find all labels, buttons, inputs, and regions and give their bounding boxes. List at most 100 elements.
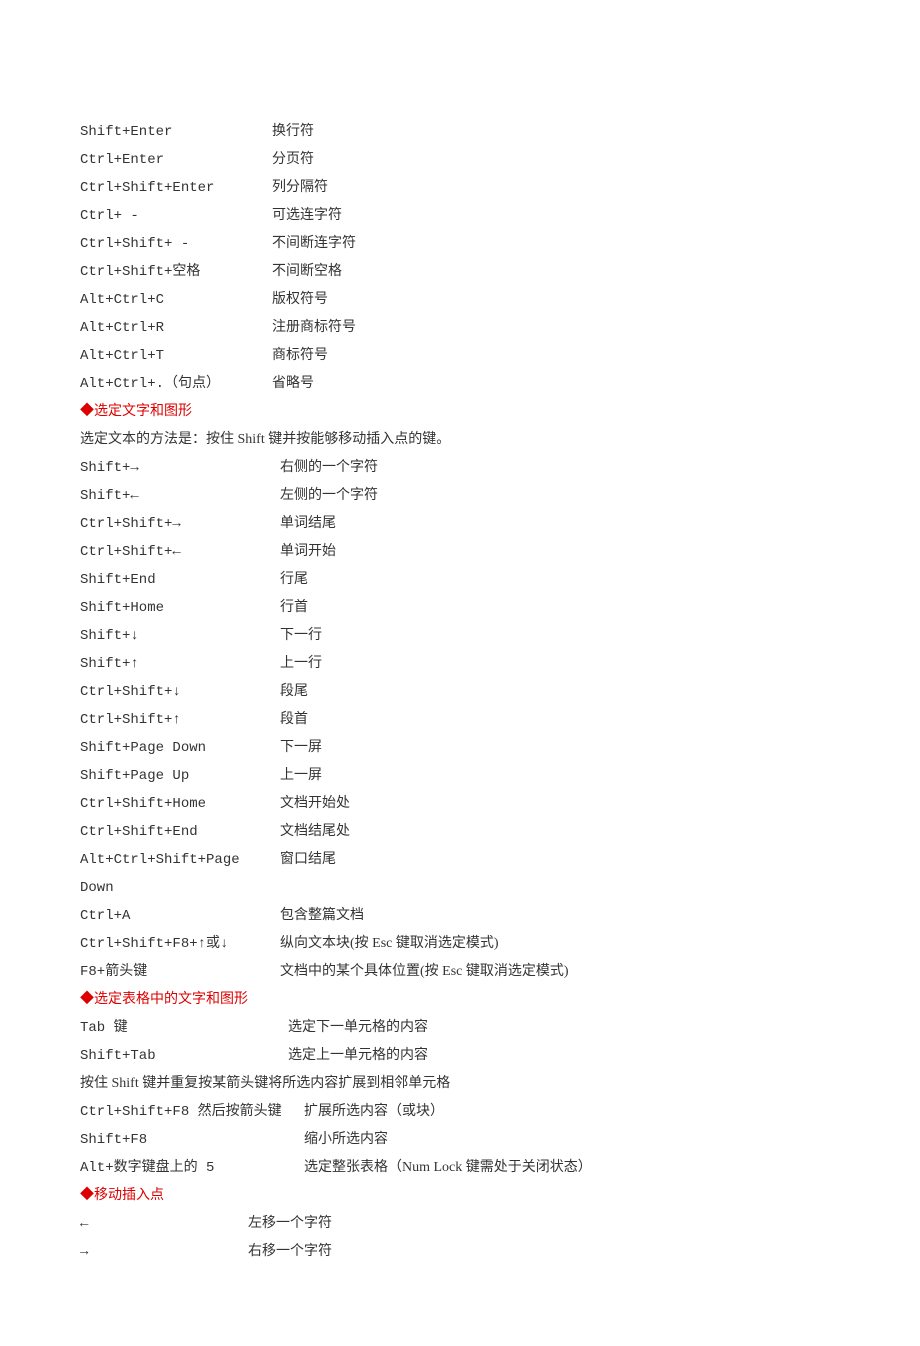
shortcut-row: Alt+Ctrl+R 注册商标符号	[80, 314, 840, 342]
shortcut-key: Ctrl+Shift+↓	[80, 678, 280, 706]
shortcut-desc: 文档结尾处	[280, 818, 840, 846]
shortcut-row: Ctrl+Shift+End文档结尾处	[80, 818, 840, 846]
shortcut-row: Shift+Home行首	[80, 594, 840, 622]
shortcut-desc: 段尾	[280, 678, 840, 706]
shortcut-key: Alt+Ctrl+Shift+Page Down	[80, 846, 280, 902]
shortcut-key: Shift+F8	[80, 1126, 304, 1154]
shortcut-desc: 选定下一单元格的内容	[288, 1014, 840, 1042]
shortcut-desc: 单词结尾	[280, 510, 840, 538]
shortcut-key: Alt+Ctrl+.（句点）	[80, 370, 272, 398]
shortcut-row: F8+箭头键文档中的某个具体位置(按 Esc 键取消选定模式)	[80, 958, 840, 986]
shortcut-key: Shift+Home	[80, 594, 280, 622]
shortcut-desc: 列分隔符	[272, 174, 840, 202]
shortcut-key: Alt+Ctrl+R	[80, 314, 272, 342]
shortcut-desc: 右侧的一个字符	[280, 454, 840, 482]
shortcut-key: Ctrl+Shift+↑	[80, 706, 280, 734]
shortcut-desc: 分页符	[272, 146, 840, 174]
shortcut-key: Shift+Page Down	[80, 734, 280, 762]
shortcut-row: Tab 键选定下一单元格的内容	[80, 1014, 840, 1042]
shortcut-desc: 选定整张表格（Num Lock 键需处于关闭状态）	[304, 1154, 840, 1182]
shortcut-key: Ctrl+ -	[80, 202, 272, 230]
shortcut-row: Ctrl+Shift+←单词开始	[80, 538, 840, 566]
shortcut-row: Ctrl+Shift+F8 然后按箭头键扩展所选内容（或块）	[80, 1098, 840, 1126]
shortcut-desc: 上一屏	[280, 762, 840, 790]
shortcut-row: Shift+End行尾	[80, 566, 840, 594]
shortcut-key: Shift+↓	[80, 622, 280, 650]
shortcut-desc: 文档开始处	[280, 790, 840, 818]
shortcut-row: Shift+Enter 换行符	[80, 118, 840, 146]
shortcut-key: Ctrl+Shift+Home	[80, 790, 280, 818]
shortcut-key: Shift+End	[80, 566, 280, 594]
shortcut-row: Alt+Ctrl+T 商标符号	[80, 342, 840, 370]
shortcut-key: Ctrl+Shift+Enter	[80, 174, 272, 202]
shortcut-row: Ctrl+Shift+↓段尾	[80, 678, 840, 706]
shortcut-row: Shift+→右侧的一个字符	[80, 454, 840, 482]
shortcut-row: Shift+Page Down下一屏	[80, 734, 840, 762]
shortcut-key: Shift+Page Up	[80, 762, 280, 790]
shortcut-row: Ctrl+Shift+Enter 列分隔符	[80, 174, 840, 202]
shortcut-key: Ctrl+A	[80, 902, 280, 930]
selection-note: 选定文本的方法是：按住 Shift 键并按能够移动插入点的键。	[80, 426, 840, 454]
shortcut-key: Ctrl+Enter	[80, 146, 272, 174]
shortcut-row: ←左移一个字符	[80, 1210, 840, 1238]
shortcut-row: Alt+数字键盘上的 5选定整张表格（Num Lock 键需处于关闭状态）	[80, 1154, 840, 1182]
table-note: 按住 Shift 键并重复按某箭头键将所选内容扩展到相邻单元格	[80, 1070, 840, 1098]
shortcut-key: Alt+Ctrl+C	[80, 286, 272, 314]
shortcut-desc: 下一屏	[280, 734, 840, 762]
shortcut-row: Shift+Tab选定上一单元格的内容	[80, 1042, 840, 1070]
shortcut-key: Shift+Enter	[80, 118, 272, 146]
shortcut-desc: 右移一个字符	[248, 1238, 840, 1266]
shortcut-key: Shift+↑	[80, 650, 280, 678]
shortcut-key: Tab 键	[80, 1014, 288, 1042]
shortcut-row: Shift+Page Up上一屏	[80, 762, 840, 790]
shortcut-key: Shift+←	[80, 482, 280, 510]
shortcut-key: Shift+→	[80, 454, 280, 482]
shortcut-desc: 注册商标符号	[272, 314, 840, 342]
shortcut-desc: 不间断连字符	[272, 230, 840, 258]
shortcut-desc: 缩小所选内容	[304, 1126, 840, 1154]
shortcut-key: →	[80, 1238, 248, 1266]
shortcut-row: Shift+F8缩小所选内容	[80, 1126, 840, 1154]
shortcut-desc: 纵向文本块(按 Esc 键取消选定模式)	[280, 930, 840, 958]
shortcut-row: Ctrl+Shift+F8+↑或↓纵向文本块(按 Esc 键取消选定模式)	[80, 930, 840, 958]
shortcut-desc: 选定上一单元格的内容	[288, 1042, 840, 1070]
shortcut-list-3b: Ctrl+Shift+F8 然后按箭头键扩展所选内容（或块） Shift+F8缩…	[80, 1098, 840, 1182]
shortcut-key: ←	[80, 1210, 248, 1238]
shortcut-desc: 左侧的一个字符	[280, 482, 840, 510]
shortcut-key: Shift+Tab	[80, 1042, 288, 1070]
shortcut-key: Alt+数字键盘上的 5	[80, 1154, 304, 1182]
shortcut-row: Ctrl+A包含整篇文档	[80, 902, 840, 930]
shortcut-desc: 省略号	[272, 370, 840, 398]
shortcut-desc: 上一行	[280, 650, 840, 678]
shortcut-desc: 版权符号	[272, 286, 840, 314]
shortcut-desc: 行首	[280, 594, 840, 622]
shortcut-desc: 窗口结尾	[280, 846, 840, 874]
section-heading-select-text: ◆选定文字和图形	[80, 398, 840, 426]
shortcut-list-2: Shift+→右侧的一个字符 Shift+←左侧的一个字符 Ctrl+Shift…	[80, 454, 840, 986]
section-heading-move-cursor: ◆移动插入点	[80, 1182, 840, 1210]
shortcut-row: Shift+←左侧的一个字符	[80, 482, 840, 510]
shortcut-desc: 可选连字符	[272, 202, 840, 230]
section-heading-select-table: ◆选定表格中的文字和图形	[80, 986, 840, 1014]
shortcut-key: Ctrl+Shift+End	[80, 818, 280, 846]
shortcut-list-3a: Tab 键选定下一单元格的内容 Shift+Tab选定上一单元格的内容	[80, 1014, 840, 1070]
shortcut-row: Alt+Ctrl+C 版权符号	[80, 286, 840, 314]
shortcut-key: Ctrl+Shift+F8 然后按箭头键	[80, 1098, 304, 1126]
shortcut-key: Ctrl+Shift+空格	[80, 258, 272, 286]
shortcut-row: Ctrl+Shift+Home文档开始处	[80, 790, 840, 818]
shortcut-row: Ctrl+Shift+空格 不间断空格	[80, 258, 840, 286]
shortcut-desc: 扩展所选内容（或块）	[304, 1098, 840, 1126]
shortcut-desc: 段首	[280, 706, 840, 734]
shortcut-desc: 单词开始	[280, 538, 840, 566]
shortcut-key: Ctrl+Shift+ -	[80, 230, 272, 258]
shortcut-row: Alt+Ctrl+Shift+Page Down窗口结尾	[80, 846, 840, 902]
shortcut-row: Ctrl+ - 可选连字符	[80, 202, 840, 230]
shortcut-row: Shift+↓下一行	[80, 622, 840, 650]
shortcut-key: Alt+Ctrl+T	[80, 342, 272, 370]
shortcut-row: Ctrl+Shift+↑段首	[80, 706, 840, 734]
shortcut-desc: 行尾	[280, 566, 840, 594]
shortcut-desc: 包含整篇文档	[280, 902, 840, 930]
shortcut-row: Ctrl+Shift+ - 不间断连字符	[80, 230, 840, 258]
shortcut-key: F8+箭头键	[80, 958, 280, 986]
shortcut-desc: 换行符	[272, 118, 840, 146]
